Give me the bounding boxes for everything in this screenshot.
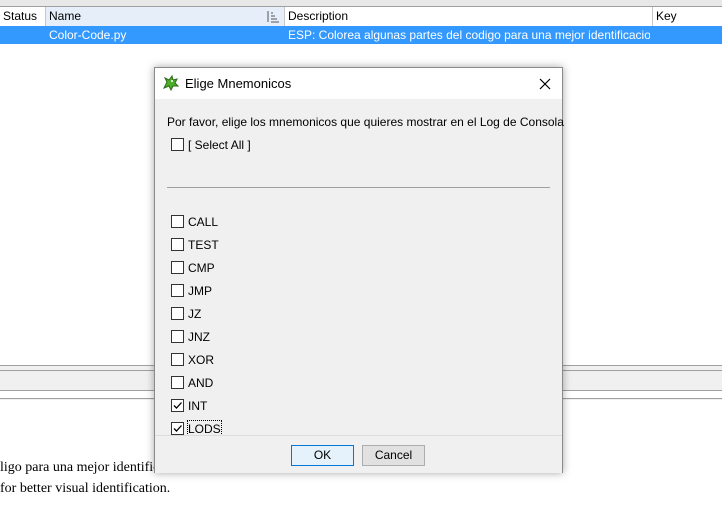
separator — [167, 187, 550, 188]
checkbox-label: CALL — [188, 215, 219, 229]
checkbox-label: CMP — [188, 261, 215, 275]
checkmark-icon — [173, 402, 182, 409]
checkbox-box[interactable] — [171, 238, 184, 251]
table-header: Status Name Description Key — [0, 7, 722, 27]
table-row[interactable]: Color-Code.py ESP: Colorea algunas parte… — [0, 26, 722, 44]
sort-icon — [267, 11, 279, 23]
dragon-icon — [162, 74, 180, 92]
checkbox-box[interactable] — [171, 422, 184, 435]
row-name: Color-Code.py — [49, 28, 127, 42]
checkbox-box[interactable] — [171, 261, 184, 274]
checkbox-label: XOR — [188, 353, 215, 367]
checkbox-box[interactable] — [171, 215, 184, 228]
checkbox-box[interactable] — [171, 284, 184, 297]
dialog-title: Elige Mnemonicos — [185, 76, 292, 91]
column-header-status[interactable]: Status — [0, 7, 46, 26]
column-header-description[interactable]: Description — [285, 7, 653, 26]
row-key — [656, 26, 716, 44]
checkbox-label: AND — [188, 376, 214, 390]
column-header-key[interactable]: Key — [653, 7, 722, 26]
checkbox-box[interactable] — [171, 353, 184, 366]
dialog-footer: OK Cancel — [155, 435, 562, 473]
dialog-prompt: Por favor, elige los mnemonicos que quie… — [167, 115, 564, 129]
checkbox-box[interactable] — [171, 138, 184, 151]
checkbox-box[interactable] — [171, 307, 184, 320]
dialog-titlebar[interactable]: Elige Mnemonicos — [155, 68, 562, 99]
dialog-content: Por favor, elige los mnemonicos que quie… — [155, 99, 564, 438]
close-button[interactable] — [528, 68, 562, 99]
close-icon — [539, 78, 551, 89]
mnemonics-dialog: Elige Mnemonicos Por favor, elige los mn… — [154, 67, 564, 473]
detail-line-en: for better visual identification. — [0, 481, 171, 496]
checkbox-label: JMP — [188, 284, 212, 298]
checkbox-label: INT — [188, 399, 208, 413]
ok-button[interactable]: OK — [291, 445, 354, 466]
window-top-edge — [0, 0, 722, 7]
column-header-name[interactable]: Name — [46, 7, 285, 26]
checkbox-label: TEST — [188, 238, 219, 252]
checkbox-box[interactable] — [171, 399, 184, 412]
checkbox-label: JNZ — [188, 330, 210, 344]
row-status — [3, 26, 43, 44]
checkbox-label: JZ — [188, 307, 202, 321]
row-description: ESP: Colorea algunas partes del codigo p… — [288, 28, 650, 42]
select-all-label: [ Select All ] — [188, 138, 251, 152]
column-header-name-label: Name — [49, 9, 82, 23]
checkbox-box[interactable] — [171, 376, 184, 389]
checkbox-box[interactable] — [171, 330, 184, 343]
checkmark-icon — [173, 425, 182, 432]
cancel-button[interactable]: Cancel — [362, 445, 425, 466]
